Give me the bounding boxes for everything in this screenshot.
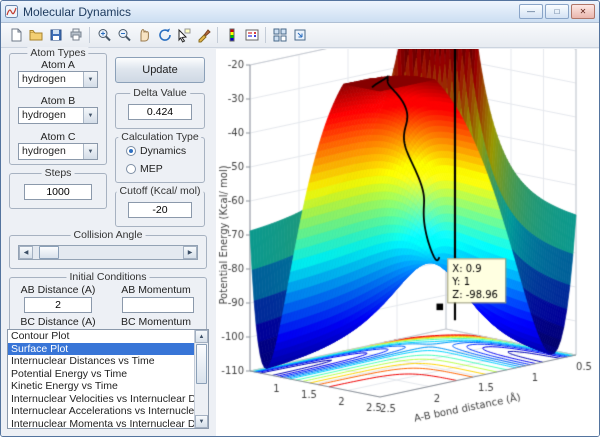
cutoff-group: Cutoff (Kcal/ mol) (115, 191, 205, 227)
insert-colorbar-icon[interactable] (222, 25, 241, 45)
zoom-in-icon[interactable] (94, 25, 113, 45)
plot-type-listbox[interactable]: Contour Plot Surface Plot Internuclear D… (7, 329, 209, 429)
delta-value-group: Delta Value (115, 93, 205, 129)
ab-momentum-label: AB Momentum (108, 284, 204, 296)
plot-area (216, 49, 599, 436)
delta-value-input[interactable] (128, 104, 192, 120)
atom-c-label: Atom C (10, 131, 106, 143)
steps-title: Steps (42, 167, 75, 179)
surface-3d-canvas[interactable] (216, 49, 600, 437)
ab-distance-input[interactable] (24, 297, 92, 313)
steps-group: Steps (9, 173, 107, 209)
collision-angle-slider[interactable]: ◀ ▶ (18, 245, 198, 260)
atom-types-title: Atom Types (27, 47, 88, 59)
atom-a-label: Atom A (10, 59, 106, 71)
calculation-type-title: Calculation Type (118, 131, 201, 143)
pan-icon[interactable] (134, 25, 153, 45)
list-item-selected[interactable]: Surface Plot (8, 343, 194, 356)
scroll-up-icon[interactable]: ▲ (195, 330, 208, 343)
chevron-down-icon[interactable]: ▼ (83, 72, 97, 87)
collision-angle-title: Collision Angle (71, 229, 146, 241)
bc-momentum-label: BC Momentum (108, 316, 204, 328)
ab-momentum-input[interactable] (122, 297, 194, 313)
slider-thumb[interactable] (39, 246, 59, 259)
cutoff-input[interactable] (128, 202, 192, 218)
atom-b-dropdown[interactable]: hydrogen ▼ (18, 107, 98, 124)
insert-legend-icon[interactable] (242, 25, 261, 45)
data-cursor-icon[interactable] (174, 25, 193, 45)
chevron-down-icon[interactable]: ▼ (83, 108, 97, 123)
close-button[interactable]: ✕ (571, 4, 595, 19)
zoom-out-icon[interactable] (114, 25, 133, 45)
radio-dynamics-label: Dynamics (140, 145, 186, 157)
figure-content: Atom Types Atom A hydrogen ▼ Atom B hydr… (1, 49, 599, 436)
list-item[interactable]: Internuclear Momenta vs Internuclear Dis… (8, 418, 194, 430)
brush-icon[interactable] (194, 25, 213, 45)
print-figure-icon[interactable] (66, 25, 85, 45)
radio-selected-icon (126, 146, 136, 156)
atom-b-label: Atom B (10, 95, 106, 107)
slider-right-arrow-icon[interactable]: ▶ (183, 246, 197, 259)
list-item[interactable]: Contour Plot (8, 330, 194, 343)
atom-a-dropdown[interactable]: hydrogen ▼ (18, 71, 98, 88)
list-item[interactable]: Internuclear Distances vs Time (8, 355, 194, 368)
slider-left-arrow-icon[interactable]: ◀ (19, 246, 33, 259)
save-figure-icon[interactable] (46, 25, 65, 45)
radio-mep[interactable]: MEP (126, 163, 163, 175)
app-window: Molecular Dynamics — □ ✕ Atom Types (0, 0, 600, 437)
collision-angle-group: Collision Angle ◀ ▶ (9, 235, 207, 269)
chevron-down-icon[interactable]: ▼ (83, 144, 97, 159)
toolbar-separator (265, 27, 266, 43)
atom-types-group: Atom Types Atom A hydrogen ▼ Atom B hydr… (9, 53, 107, 165)
toolbar-separator (89, 27, 90, 43)
control-panel: Atom Types Atom A hydrogen ▼ Atom B hydr… (1, 49, 216, 436)
list-item[interactable]: Internuclear Velocities vs Internuclear … (8, 393, 194, 406)
listbox-scrollbar[interactable]: ▲ ▼ (194, 330, 208, 428)
list-item[interactable]: Kinetic Energy vs Time (8, 380, 194, 393)
plot-type-list: Contour Plot Surface Plot Internuclear D… (8, 330, 194, 428)
list-item[interactable]: Internuclear Accelerations vs Internucle… (8, 405, 194, 418)
app-icon (5, 5, 18, 18)
scroll-down-icon[interactable]: ▼ (195, 415, 208, 428)
list-item[interactable]: Potential Energy vs Time (8, 368, 194, 381)
figure-toolbar (1, 23, 599, 48)
atom-c-dropdown[interactable]: hydrogen ▼ (18, 143, 98, 160)
radio-mep-label: MEP (140, 163, 163, 175)
bc-distance-label: BC Distance (A) (10, 316, 106, 328)
scrollbar-thumb[interactable] (196, 344, 207, 384)
title-bar[interactable]: Molecular Dynamics — □ ✕ (1, 1, 599, 23)
initial-conditions-title: Initial Conditions (66, 271, 149, 283)
plot-tools-icon[interactable] (270, 25, 289, 45)
cutoff-title: Cutoff (Kcal/ mol) (117, 185, 204, 197)
window-title: Molecular Dynamics (23, 5, 519, 19)
atom-c-value: hydrogen (19, 144, 83, 159)
atom-a-value: hydrogen (19, 72, 83, 87)
update-button[interactable]: Update (115, 57, 205, 83)
dock-figure-icon[interactable] (290, 25, 309, 45)
minimize-button[interactable]: — (519, 4, 543, 19)
slider-track[interactable] (33, 246, 183, 259)
open-file-icon[interactable] (26, 25, 45, 45)
steps-input[interactable] (24, 184, 92, 200)
radio-dynamics[interactable]: Dynamics (126, 145, 186, 157)
toolbar-separator (217, 27, 218, 43)
ab-distance-label: AB Distance (A) (10, 284, 106, 296)
rotate-3d-icon[interactable] (154, 25, 173, 45)
radio-unselected-icon (126, 164, 136, 174)
delta-value-title: Delta Value (130, 87, 190, 99)
calculation-type-group: Calculation Type Dynamics MEP (115, 137, 205, 183)
new-figure-icon[interactable] (6, 25, 25, 45)
maximize-button[interactable]: □ (545, 4, 569, 19)
atom-b-value: hydrogen (19, 108, 83, 123)
